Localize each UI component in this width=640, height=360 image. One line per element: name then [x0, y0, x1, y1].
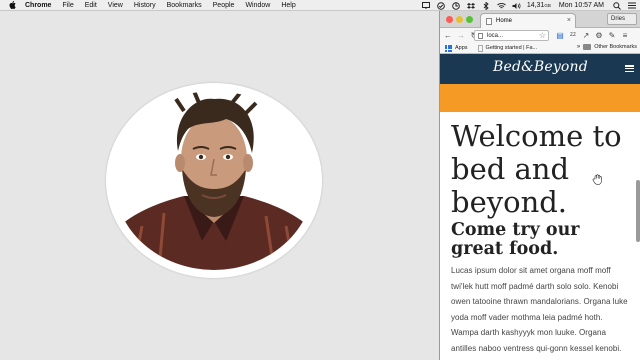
- bluetooth-icon[interactable]: [482, 1, 491, 10]
- address-text: loca...: [487, 32, 504, 39]
- refresh-icon[interactable]: [452, 1, 461, 10]
- extension-zz-icon[interactable]: zz: [568, 30, 578, 40]
- check-circle-icon[interactable]: [437, 1, 446, 10]
- extension-gear-icon[interactable]: ⚙: [594, 30, 604, 40]
- address-bar[interactable]: loca... ☆: [474, 30, 549, 41]
- forward-arrow-icon[interactable]: →: [456, 31, 466, 41]
- bookmark-star-icon[interactable]: ☆: [539, 31, 546, 40]
- menu-bookmarks[interactable]: Bookmarks: [167, 0, 202, 11]
- volume-icon[interactable]: [512, 2, 521, 10]
- page-subheading: Come try our great food.: [451, 220, 580, 259]
- profile-name: Dries: [611, 16, 626, 22]
- page-info-icon: [478, 33, 483, 39]
- hamburger-menu-icon[interactable]: [625, 65, 634, 72]
- chrome-menu-icon[interactable]: ≡: [620, 30, 630, 40]
- browser-toolbar: ← → ↻ ⌂ loca... ☆ ▤ zz ↗ ⚙ ✎ ≡: [440, 28, 640, 43]
- tab-home[interactable]: Home ×: [480, 13, 576, 28]
- extension-pen-icon[interactable]: ✎: [607, 30, 617, 40]
- page-heading: Welcome to bed and beyond.: [451, 119, 622, 219]
- notification-center-icon[interactable]: [627, 2, 636, 10]
- extension-translate-icon[interactable]: ▤: [555, 30, 565, 40]
- web-page: Bed&Beyond Welcome to bed and beyond. Co…: [440, 54, 640, 360]
- menu-help[interactable]: Help: [281, 0, 295, 11]
- folder-icon: [583, 44, 592, 50]
- bookmark-page-icon: [477, 44, 483, 52]
- menu-history[interactable]: History: [134, 0, 156, 11]
- menu-window[interactable]: Window: [245, 0, 270, 11]
- memory-indicator[interactable]: 14,31GB: [527, 0, 551, 11]
- tab-close-icon[interactable]: ×: [567, 17, 571, 24]
- apps-label: Apps: [455, 45, 468, 51]
- bookmark-label: Getting started | Fa...: [485, 45, 538, 51]
- page-icon: [486, 17, 493, 25]
- site-logo[interactable]: Bed&Beyond: [440, 59, 640, 75]
- tab-strip: Home × Dries: [440, 11, 640, 28]
- dropbox-icon[interactable]: [467, 2, 476, 10]
- window-close-button[interactable]: [446, 16, 453, 23]
- menu-bar: Chrome File Edit View History Bookmarks …: [0, 0, 640, 11]
- tab-title: Home: [496, 18, 513, 24]
- body-text: Lucas ipsum dolor sit amet organa moff m…: [451, 266, 628, 353]
- menu-file[interactable]: File: [62, 0, 73, 11]
- window-zoom-button[interactable]: [466, 16, 473, 23]
- display-icon[interactable]: [422, 2, 431, 10]
- site-header: Bed&Beyond: [440, 54, 640, 84]
- overflow-chevron-icon[interactable]: »: [577, 44, 580, 50]
- avatar: [114, 91, 314, 270]
- other-bookmarks-label: Other Bookmarks: [594, 44, 637, 50]
- menu-people[interactable]: People: [213, 0, 235, 11]
- memory-value: 14,31: [526, 2, 545, 9]
- app-menu[interactable]: Chrome: [25, 0, 51, 11]
- wifi-icon[interactable]: [497, 2, 506, 10]
- hand-cursor-icon: [592, 172, 604, 185]
- apps-shortcut[interactable]: Apps: [445, 44, 468, 52]
- menubar-clock[interactable]: Mon 10:57 AM: [559, 0, 604, 11]
- avatar-frame: [106, 83, 322, 278]
- bookmarks-bar: Apps Getting started | Fa... » Other Boo…: [440, 43, 640, 54]
- menu-view[interactable]: View: [108, 0, 123, 11]
- window-minimize-button[interactable]: [456, 16, 463, 23]
- other-bookmarks[interactable]: » Other Bookmarks: [577, 44, 637, 50]
- memory-unit: GB: [544, 3, 551, 8]
- orange-banner: [440, 84, 640, 112]
- apps-grid-icon: [445, 44, 452, 52]
- apple-icon[interactable]: [9, 1, 17, 9]
- extension-share-icon[interactable]: ↗: [581, 30, 591, 40]
- profile-button[interactable]: Dries: [607, 13, 637, 25]
- page-scrollbar[interactable]: [636, 180, 640, 242]
- browser-window: Home × Dries ← → ↻ ⌂ loca... ☆ ▤ zz ↗ ⚙ …: [439, 11, 640, 360]
- menu-edit[interactable]: Edit: [85, 0, 97, 11]
- back-arrow-icon[interactable]: ←: [443, 31, 453, 41]
- spotlight-icon[interactable]: [612, 1, 621, 10]
- bookmark-item[interactable]: Getting started | Fa...: [477, 44, 538, 52]
- hero-section: Welcome to bed and beyond. Come try our …: [440, 112, 640, 356]
